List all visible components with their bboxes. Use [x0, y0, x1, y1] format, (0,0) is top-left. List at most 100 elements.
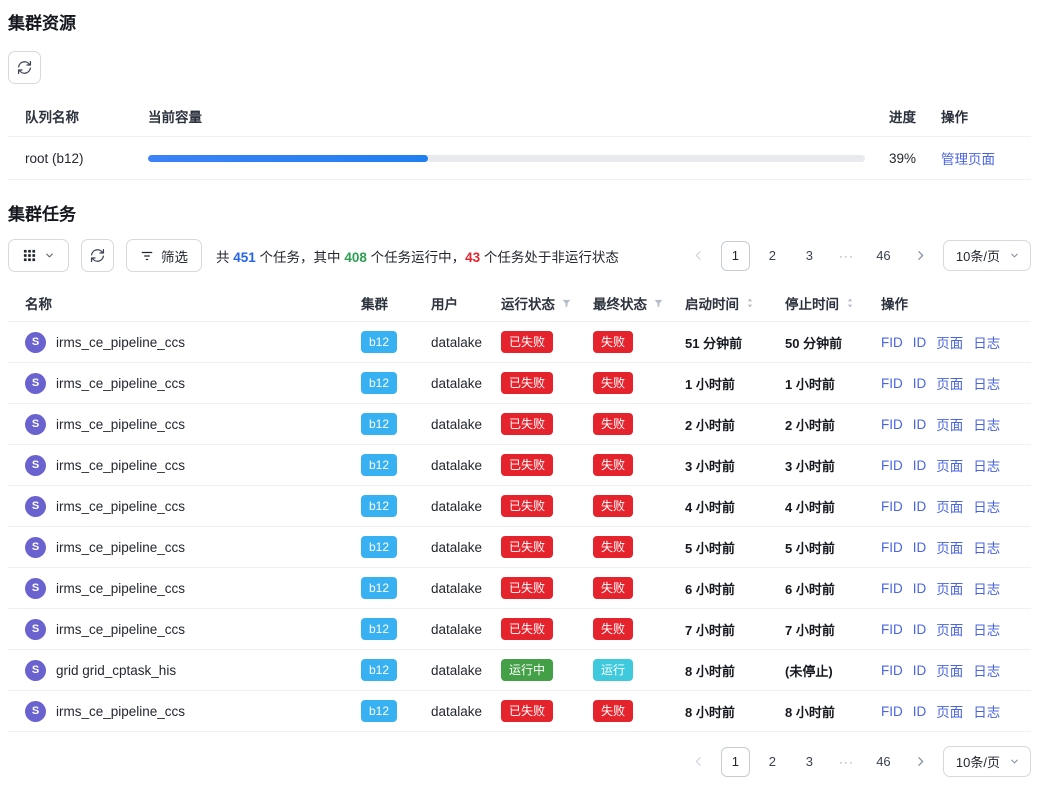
page-link[interactable]: 页面: [936, 537, 963, 557]
fid-link[interactable]: FID: [881, 663, 903, 678]
page-size-select[interactable]: 10条/页: [943, 746, 1031, 777]
log-link[interactable]: 日志: [973, 332, 1000, 352]
fid-link[interactable]: FID: [881, 376, 903, 391]
page-size-select[interactable]: 10条/页: [943, 240, 1031, 271]
resources-table-row: root (b12) 39% 管理页面: [8, 137, 1031, 180]
page-link[interactable]: 页面: [936, 496, 963, 516]
columns-dropdown-button[interactable]: [8, 239, 69, 272]
page-button-1[interactable]: 1: [721, 241, 750, 271]
page-ellipsis[interactable]: ···: [832, 747, 861, 777]
page-link[interactable]: 页面: [936, 455, 963, 475]
page-link[interactable]: 页面: [936, 578, 963, 598]
task-user: datalake: [431, 417, 501, 432]
stop-time: 4 小时前: [785, 497, 881, 516]
stop-time: 6 小时前: [785, 579, 881, 598]
start-time: 8 小时前: [685, 702, 785, 721]
id-link[interactable]: ID: [913, 663, 927, 678]
next-page-button[interactable]: [906, 747, 935, 777]
filter-funnel-icon[interactable]: [561, 298, 572, 309]
id-link[interactable]: ID: [913, 581, 927, 596]
cluster-badge: b12: [361, 700, 397, 722]
chevron-down-icon: [1009, 756, 1020, 767]
start-time: 8 小时前: [685, 661, 785, 680]
stop-time: 7 小时前: [785, 620, 881, 639]
fid-link[interactable]: FID: [881, 335, 903, 350]
page-link[interactable]: 页面: [936, 373, 963, 393]
header-action: 操作: [881, 293, 1031, 313]
tasks-refresh-button[interactable]: [81, 239, 114, 272]
chevron-left-icon: [692, 755, 705, 768]
page-link[interactable]: 页面: [936, 414, 963, 434]
log-link[interactable]: 日志: [973, 537, 1000, 557]
fid-link[interactable]: FID: [881, 540, 903, 555]
header-start-time: 启动时间: [685, 293, 739, 313]
run-status-badge: 已失败: [501, 454, 553, 476]
prev-page-button[interactable]: [684, 747, 713, 777]
log-link[interactable]: 日志: [973, 701, 1000, 721]
start-time: 51 分钟前: [685, 333, 785, 352]
task-name: irms_ce_pipeline_ccs: [56, 335, 185, 350]
run-status-badge: 已失败: [501, 536, 553, 558]
log-link[interactable]: 日志: [973, 496, 1000, 516]
task-user: datalake: [431, 499, 501, 514]
page-link[interactable]: 页面: [936, 701, 963, 721]
page-button-1[interactable]: 1: [721, 747, 750, 777]
page-button-2[interactable]: 2: [758, 747, 787, 777]
fid-link[interactable]: FID: [881, 499, 903, 514]
task-avatar: S: [25, 455, 46, 476]
page-link[interactable]: 页面: [936, 660, 963, 680]
log-link[interactable]: 日志: [973, 455, 1000, 475]
page-button-3[interactable]: 3: [795, 747, 824, 777]
prev-page-button[interactable]: [684, 241, 713, 271]
stop-time: 50 分钟前: [785, 333, 881, 352]
cluster-badge: b12: [361, 331, 397, 353]
id-link[interactable]: ID: [913, 499, 927, 514]
filter-button[interactable]: 筛选: [126, 239, 202, 272]
capacity-progressbar: [148, 155, 865, 162]
start-time: 2 小时前: [685, 415, 785, 434]
page-button-last[interactable]: 46: [869, 747, 898, 777]
filter-lines-icon: [140, 249, 154, 263]
fid-link[interactable]: FID: [881, 622, 903, 637]
sort-carets-icon[interactable]: [745, 296, 755, 310]
id-link[interactable]: ID: [913, 335, 927, 350]
filter-funnel-icon[interactable]: [653, 298, 664, 309]
stop-time: 1 小时前: [785, 374, 881, 393]
task-name: irms_ce_pipeline_ccs: [56, 704, 185, 719]
page-button-2[interactable]: 2: [758, 241, 787, 271]
task-name: irms_ce_pipeline_ccs: [56, 540, 185, 555]
page-ellipsis[interactable]: ···: [832, 241, 861, 271]
page-link[interactable]: 页面: [936, 619, 963, 639]
summary-text: 个任务处于非运行状态: [480, 250, 619, 265]
log-link[interactable]: 日志: [973, 373, 1000, 393]
log-link[interactable]: 日志: [973, 414, 1000, 434]
id-link[interactable]: ID: [913, 540, 927, 555]
next-page-button[interactable]: [906, 241, 935, 271]
task-avatar: S: [25, 373, 46, 394]
id-link[interactable]: ID: [913, 458, 927, 473]
log-link[interactable]: 日志: [973, 660, 1000, 680]
fid-link[interactable]: FID: [881, 417, 903, 432]
task-avatar: S: [25, 578, 46, 599]
fid-link[interactable]: FID: [881, 458, 903, 473]
resources-refresh-button[interactable]: [8, 51, 41, 84]
id-link[interactable]: ID: [913, 622, 927, 637]
manage-page-link[interactable]: 管理页面: [941, 152, 995, 167]
id-link[interactable]: ID: [913, 417, 927, 432]
page-link[interactable]: 页面: [936, 332, 963, 352]
task-user: datalake: [431, 663, 501, 678]
log-link[interactable]: 日志: [973, 578, 1000, 598]
task-name: irms_ce_pipeline_ccs: [56, 622, 185, 637]
sort-carets-icon[interactable]: [845, 296, 855, 310]
final-status-badge: 失败: [593, 372, 633, 394]
id-link[interactable]: ID: [913, 376, 927, 391]
pagination-bottom: 1 2 3 ··· 46 10条/页: [684, 746, 1031, 777]
id-link[interactable]: ID: [913, 704, 927, 719]
page-button-last[interactable]: 46: [869, 241, 898, 271]
tasks-toolbar: 筛选 共 451 个任务，其中 408 个任务运行中，43 个任务处于非运行状态…: [8, 239, 1031, 272]
fid-link[interactable]: FID: [881, 581, 903, 596]
log-link[interactable]: 日志: [973, 619, 1000, 639]
page-button-3[interactable]: 3: [795, 241, 824, 271]
run-status-badge: 已失败: [501, 331, 553, 353]
fid-link[interactable]: FID: [881, 704, 903, 719]
